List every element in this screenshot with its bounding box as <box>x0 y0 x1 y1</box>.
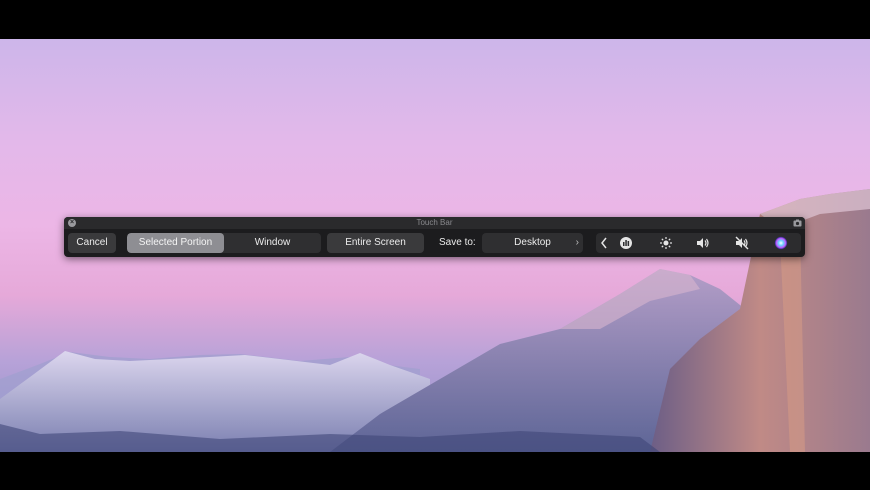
save-destination-button[interactable]: Desktop › <box>482 233 583 253</box>
window-title: Touch Bar <box>416 218 453 227</box>
cancel-button[interactable]: Cancel <box>68 233 116 253</box>
volume-icon[interactable] <box>696 236 710 250</box>
letterbox-bottom <box>0 452 870 490</box>
entire-screen-button[interactable]: Entire Screen <box>327 233 424 253</box>
control-strip <box>596 233 801 253</box>
touch-bar-window: × Touch Bar Cancel Selected Portion Wind… <box>64 217 805 257</box>
title-bar: × Touch Bar <box>64 217 805 229</box>
capture-mode-segmented-control: Selected Portion Window <box>127 233 321 253</box>
mute-icon[interactable] <box>735 236 749 250</box>
screenshot-camera-icon[interactable] <box>793 219 802 227</box>
letterbox-top <box>0 0 870 39</box>
siri-remote-icon[interactable] <box>619 236 633 250</box>
segment-selected-portion[interactable]: Selected Portion <box>127 233 224 253</box>
siri-icon[interactable] <box>774 236 788 250</box>
brightness-icon[interactable] <box>659 236 673 250</box>
chevron-right-icon: › <box>575 237 579 248</box>
save-destination-value: Desktop <box>514 237 551 248</box>
collapse-chevron-icon[interactable] <box>598 236 612 250</box>
segment-window[interactable]: Window <box>224 233 321 253</box>
save-to-label: Save to: <box>439 237 476 248</box>
